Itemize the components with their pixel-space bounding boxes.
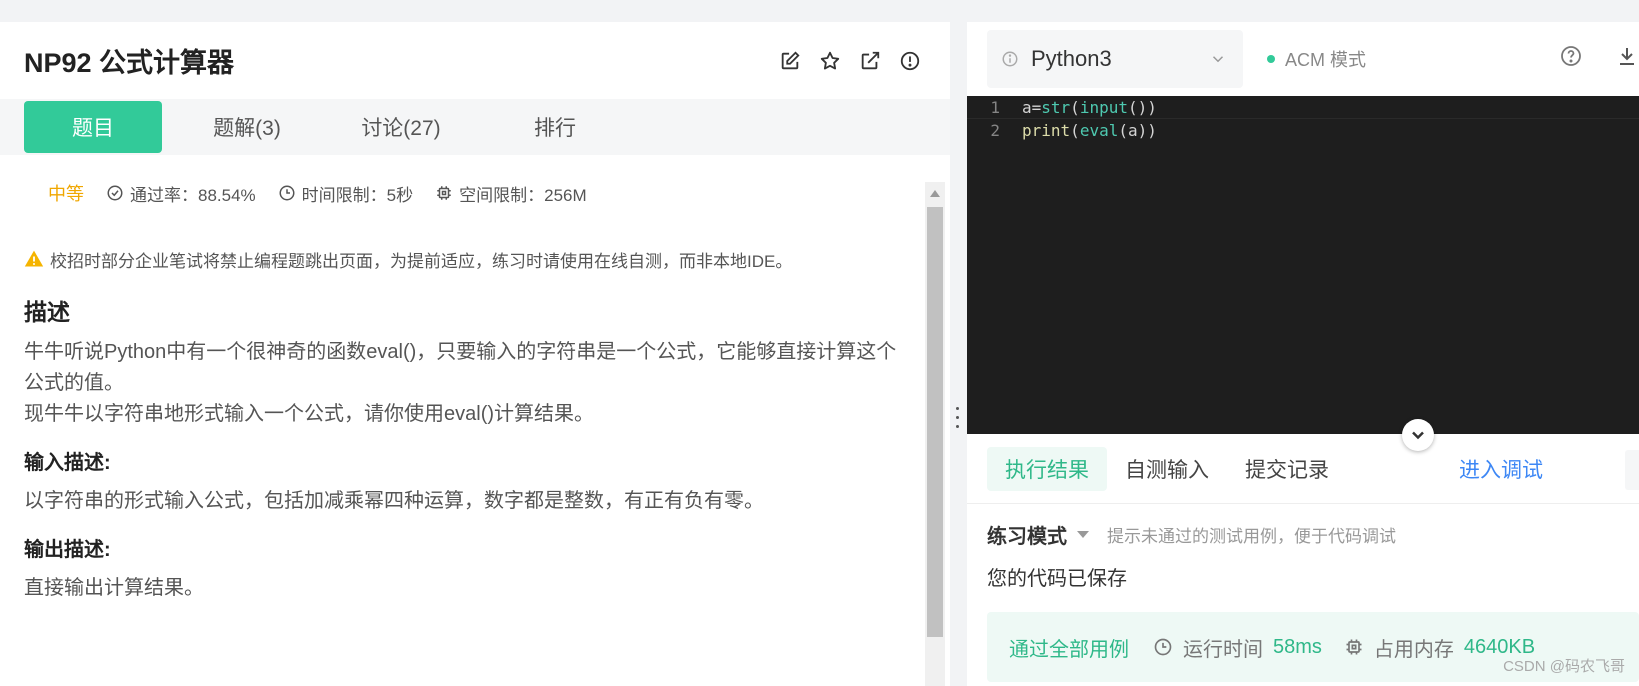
output-heading: 输出描述: <box>24 539 111 561</box>
line-number: 1 <box>990 97 1000 117</box>
clock-icon <box>279 185 295 201</box>
chip-icon <box>437 186 451 200</box>
input-heading: 输入描述: <box>24 452 111 474</box>
code-text: a=str(input()) <box>1022 97 1157 117</box>
description-text: 牛牛听说Python中有一个很神奇的函数eval()，只要输入的字符串是一个公式… <box>24 337 904 430</box>
tab-discussion[interactable]: 讨论(27) <box>332 101 470 153</box>
line-number: 2 <box>990 121 1000 140</box>
practice-mode-label: 练习模式 <box>987 525 1067 548</box>
warning-icon <box>24 250 44 267</box>
status-dot-icon <box>1267 55 1275 63</box>
code-editor[interactable]: 1 a=str(input()) 2 print(eval(a)) <box>967 96 1639 434</box>
code-line: 2 print(eval(a)) <box>967 119 1639 142</box>
runtime-label: 运行时间 <box>1183 638 1263 661</box>
scroll-thumb[interactable] <box>927 207 943 637</box>
runtime-stat: 运行时间 58ms <box>1153 633 1322 662</box>
pass-rate: 通过率：88.54% <box>106 181 256 206</box>
download-icon[interactable] <box>1615 44 1639 68</box>
problem-scrollbar[interactable] <box>925 182 945 686</box>
output-text: 直接输出计算结果。 <box>24 577 204 599</box>
time-limit: 时间限制：5秒 <box>278 181 413 206</box>
editor-toolbar: Python3 ACM 模式 <box>967 22 1639 96</box>
submit-button-edge[interactable] <box>1625 450 1639 490</box>
code-line: 1 a=str(input()) <box>967 96 1639 119</box>
language-select[interactable]: Python3 <box>987 30 1243 88</box>
warning-text: 校招时部分企业笔试将禁止编程题跳出页面，为提前适应，练习时请使用在线自测，而非本… <box>50 251 793 271</box>
watermark: CSDN @码农飞哥 <box>1503 658 1625 675</box>
acm-mode-label: ACM 模式 <box>1285 50 1366 70</box>
title-actions <box>778 49 922 73</box>
problem-title-bar: NP92 公式计算器 <box>0 22 950 99</box>
pass-rate-text: 通过率：88.54% <box>130 185 256 205</box>
saved-status: 您的代码已保存 <box>987 568 1127 590</box>
memory-limit-text: 空间限制：256M <box>459 185 587 205</box>
acm-mode[interactable]: ACM 模式 <box>1267 46 1366 72</box>
exam-warning: 校招时部分企业笔试将禁止编程题跳出页面，为提前适应，练习时请使用在线自测，而非本… <box>24 239 901 279</box>
problem-meta: 中等 通过率：88.54% 时间限制：5秒 空间限制：256M <box>24 155 901 231</box>
difficulty-badge: 中等 <box>48 184 84 204</box>
tab-run-result[interactable]: 执行结果 <box>987 446 1107 491</box>
editor-panel: Python3 ACM 模式 1 a=str(input()) 2 print(… <box>967 22 1639 686</box>
tab-problem[interactable]: 题目 <box>24 101 162 153</box>
language-label: Python3 <box>1031 46 1112 71</box>
problem-tabs: 题目 题解(3) 讨论(27) 排行 <box>0 99 950 155</box>
description-line: 牛牛听说Python中有一个很神奇的函数eval()，只要输入的字符串是一个公式… <box>24 341 897 394</box>
page-title: NP92 公式计算器 <box>24 48 235 78</box>
practice-mode-row: 练习模式 提示未通过的测试用例，便于代码调试 <box>987 504 1639 564</box>
tab-custom-input[interactable]: 自测输入 <box>1107 447 1227 491</box>
pass-all-label: 通过全部用例 <box>1009 638 1129 661</box>
tab-submissions[interactable]: 提交记录 <box>1227 447 1347 491</box>
time-limit-text: 时间限制：5秒 <box>301 185 414 205</box>
chip-icon <box>1346 639 1362 655</box>
description-line: 现牛牛以字符串地形式输入一个公式，请你使用eval()计算结果。 <box>24 403 595 425</box>
clock-icon <box>1154 638 1172 656</box>
drag-dots-icon <box>956 407 959 428</box>
chevron-down-icon <box>1212 56 1224 63</box>
scroll-up-arrow-icon[interactable] <box>930 190 940 197</box>
report-icon[interactable] <box>898 49 922 73</box>
info-icon <box>1002 51 1018 67</box>
runtime-value: 58ms <box>1273 635 1322 658</box>
star-icon[interactable] <box>818 49 842 73</box>
practice-mode-hint: 提示未通过的测试用例，便于代码调试 <box>1107 526 1396 546</box>
external-link-icon[interactable] <box>858 49 882 73</box>
input-text: 以字符串的形式输入公式，包括加减乘幂四种运算，数字都是整数，有正有负有零。 <box>24 490 764 512</box>
result-body: 练习模式 提示未通过的测试用例，便于代码调试 您的代码已保存 通过全部用例 运行… <box>987 504 1639 682</box>
enter-debug-link[interactable]: 进入调试 <box>1459 454 1543 484</box>
help-icon[interactable] <box>1559 44 1583 68</box>
editor-actions <box>1559 44 1639 68</box>
problem-panel: NP92 公式计算器 题目 题解(3) 讨论(27) 排行 中等 通过率：88.… <box>0 22 950 686</box>
check-circle-icon <box>107 185 123 201</box>
code-text: print(eval(a)) <box>1022 121 1157 140</box>
tab-ranking[interactable]: 排行 <box>486 101 624 153</box>
edit-icon[interactable] <box>778 49 802 73</box>
problem-content: 中等 通过率：88.54% 时间限制：5秒 空间限制：256M 校招时部分企业笔… <box>0 155 925 686</box>
tab-solutions[interactable]: 题解(3) <box>178 101 316 153</box>
caret-down-icon[interactable] <box>1077 530 1089 538</box>
description-heading: 描述 <box>24 299 70 325</box>
memory-label: 占用内存 <box>1373 638 1454 661</box>
panel-resize-handle[interactable] <box>950 22 965 686</box>
result-tabs: 执行结果 自测输入 提交记录 进入调试 <box>967 434 1639 504</box>
memory-limit: 空间限制：256M <box>435 181 587 206</box>
